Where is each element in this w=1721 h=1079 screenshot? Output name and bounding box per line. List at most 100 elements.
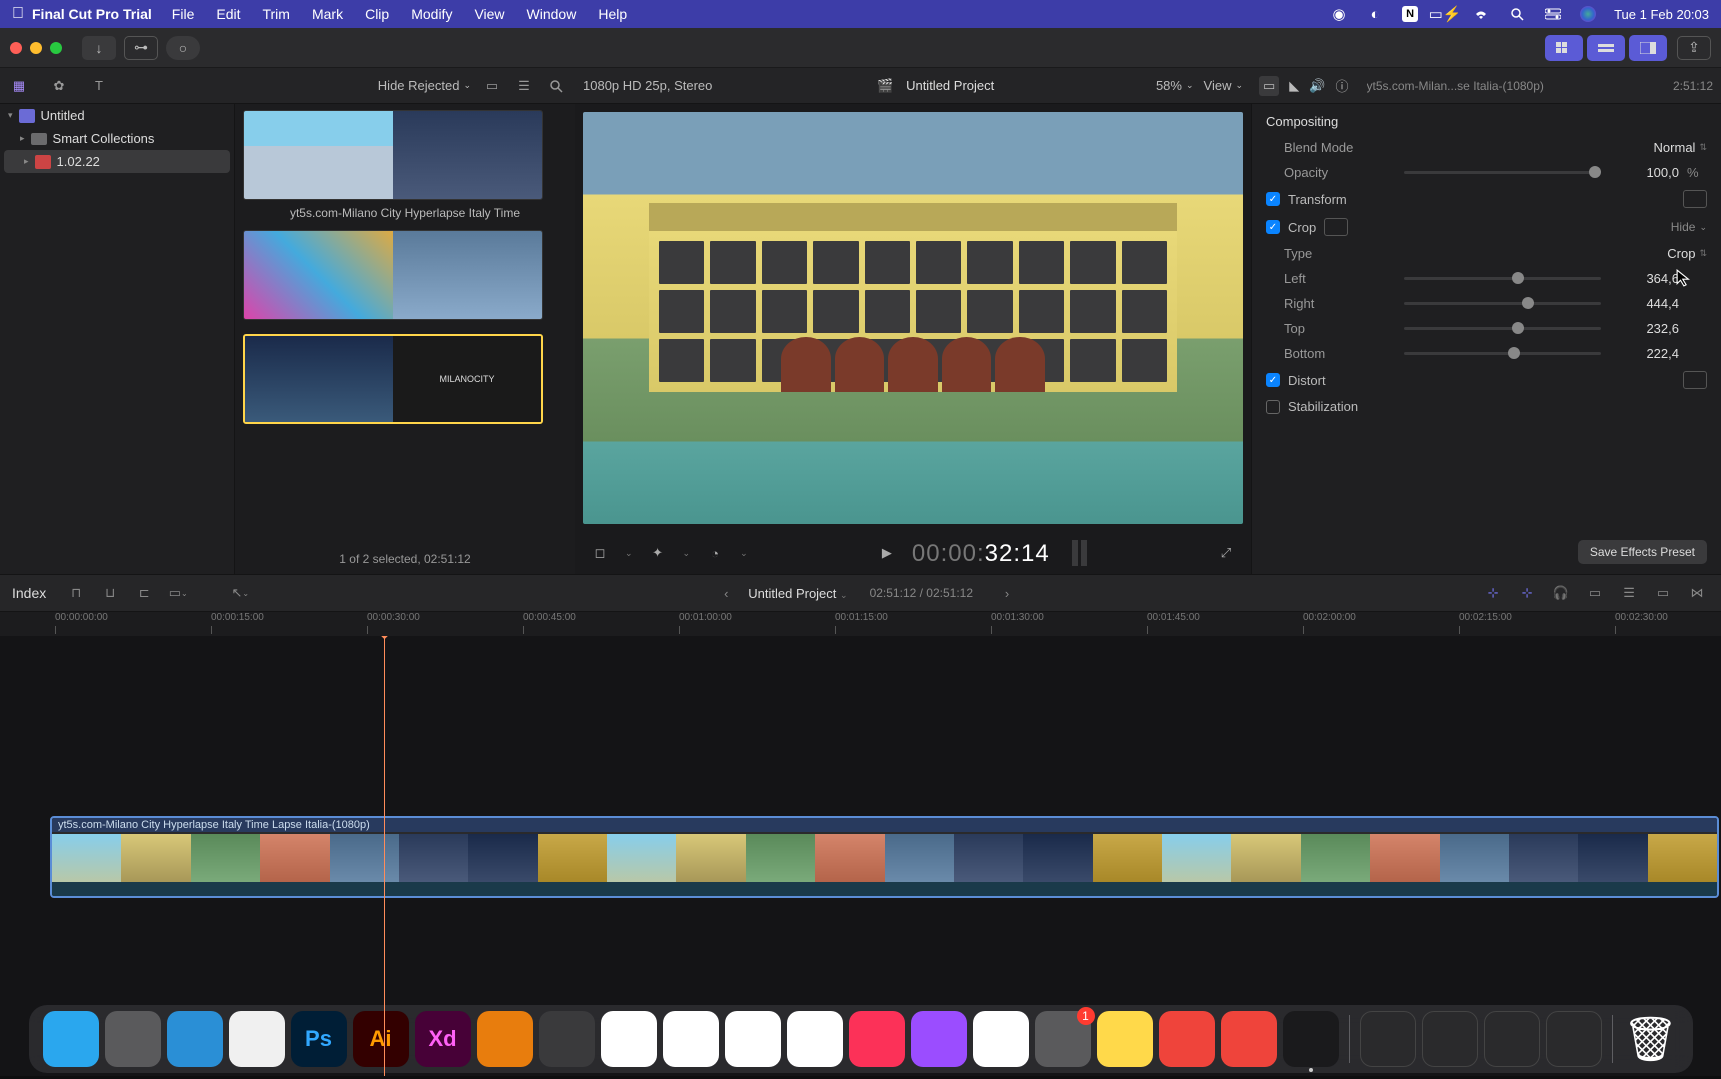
photos-sidebar-icon[interactable]: ✿ [48, 75, 70, 97]
list-view-icon[interactable]: ☰ [513, 75, 535, 97]
timeline-ruler[interactable]: 00:00:00:0000:00:15:0000:00:30:0000:00:4… [0, 612, 1721, 636]
fullscreen-button[interactable]: ⤢ [1213, 540, 1239, 566]
screenrec-icon[interactable]: ◉ [1330, 5, 1348, 23]
dock-podcasts[interactable] [911, 1011, 967, 1067]
share-button[interactable]: ⇪ [1677, 36, 1711, 60]
play-button[interactable]: ▶ [874, 540, 900, 566]
clip-appearance-icon[interactable]: ▭ [481, 75, 503, 97]
zoom-window[interactable] [50, 42, 62, 54]
crop-top-value[interactable]: 232,6 [1619, 321, 1679, 336]
library-sidebar-icon[interactable]: ▦ [8, 75, 30, 97]
menu-window[interactable]: Window [517, 4, 587, 24]
color-inspector-tab[interactable]: ◣ [1289, 78, 1299, 94]
keyword-button[interactable]: ⊶ [124, 36, 158, 60]
select-tool-icon[interactable]: ↖⌄ [228, 583, 252, 603]
clip-thumbnail-1[interactable] [243, 110, 543, 200]
transform-onscreen-button[interactable] [1683, 190, 1707, 208]
timeline-history-back[interactable]: ‹ [714, 583, 738, 603]
dock-messenger[interactable] [601, 1011, 657, 1067]
skimming-icon[interactable]: ⊹ [1481, 583, 1505, 603]
distort-onscreen-button[interactable] [1683, 371, 1707, 389]
lanes-icon[interactable]: ☰ [1617, 583, 1641, 603]
dock-trash[interactable]: 🗑 [1623, 1011, 1679, 1067]
crop-right-slider[interactable] [1404, 302, 1601, 305]
video-inspector-tab[interactable]: ▭ [1259, 76, 1279, 96]
dock-notes[interactable] [1097, 1011, 1153, 1067]
dock-minimized-window[interactable] [1546, 1011, 1602, 1067]
dock-finder[interactable] [43, 1011, 99, 1067]
save-effects-preset-button[interactable]: Save Effects Preset [1578, 540, 1707, 564]
menu-clip[interactable]: Clip [355, 4, 399, 24]
menu-file[interactable]: File [162, 4, 205, 24]
dock-krita[interactable] [539, 1011, 595, 1067]
app-name[interactable]: Final Cut Pro Trial [32, 6, 152, 22]
distort-checkbox[interactable]: ✓ [1266, 373, 1280, 387]
crop-type-dropdown[interactable]: Crop⇅ [1667, 246, 1707, 261]
dock-safari[interactable] [167, 1011, 223, 1067]
dock-launchpad[interactable] [105, 1011, 161, 1067]
layout-browser-button[interactable] [1545, 35, 1583, 61]
clip-thumbnail-3[interactable]: MILANOCITY [243, 334, 543, 424]
dock-music[interactable] [849, 1011, 905, 1067]
menu-trim[interactable]: Trim [252, 4, 299, 24]
dock-minimized-window[interactable] [1360, 1011, 1416, 1067]
minimize-window[interactable] [30, 42, 42, 54]
crop-left-value[interactable]: 364,6 [1619, 271, 1679, 286]
library-row[interactable]: ▾Untitled [0, 104, 234, 127]
clip-appearance-tl-icon[interactable]: ▭ [1651, 583, 1675, 603]
dock-xd[interactable]: Xd [415, 1011, 471, 1067]
transform-checkbox[interactable]: ✓ [1266, 192, 1280, 206]
crop-checkbox[interactable]: ✓ [1266, 220, 1280, 234]
crop-top-slider[interactable] [1404, 327, 1601, 330]
menubar-clock[interactable]: Tue 1 Feb 20:03 [1614, 7, 1709, 22]
crop-bottom-slider[interactable] [1404, 352, 1601, 355]
solo-icon[interactable]: 🎧 [1549, 583, 1573, 603]
smart-collections-row[interactable]: ▸Smart Collections [0, 127, 234, 150]
blend-mode-dropdown[interactable]: Normal⇅ [1654, 140, 1707, 155]
insert-clip-icon[interactable]: ⊔ [98, 583, 122, 603]
menu-view[interactable]: View [464, 4, 514, 24]
crop-bottom-value[interactable]: 222,4 [1619, 346, 1679, 361]
dock-anydesk1[interactable] [1159, 1011, 1215, 1067]
overwrite-clip-icon[interactable]: ▭⌄ [166, 583, 190, 603]
view-dropdown[interactable]: View⌄ [1204, 78, 1244, 93]
timeline-history-fwd[interactable]: › [995, 583, 1019, 603]
event-row[interactable]: ▸1.02.22 [4, 150, 230, 173]
titles-sidebar-icon[interactable]: T [88, 75, 110, 97]
connect-clip-icon[interactable]: ⊓ [64, 583, 88, 603]
search-icon[interactable] [1508, 5, 1526, 23]
close-window[interactable] [10, 42, 22, 54]
dock-illustrator[interactable]: Ai [353, 1011, 409, 1067]
zoom-dropdown[interactable]: 58%⌄ [1156, 78, 1194, 93]
battery-icon[interactable]: ▭⚡ [1436, 5, 1454, 23]
audio-skimming-icon[interactable]: ⊹ [1515, 583, 1539, 603]
dock-finalcut[interactable] [1283, 1011, 1339, 1067]
dock-anydesk2[interactable] [1221, 1011, 1277, 1067]
menu-modify[interactable]: Modify [401, 4, 462, 24]
dock-photos[interactable] [787, 1011, 843, 1067]
filter-dropdown[interactable]: Hide Rejected⌄ [378, 78, 471, 93]
control-center-icon[interactable] [1544, 5, 1562, 23]
timeline-index-button[interactable]: Index [12, 585, 46, 601]
import-button[interactable]: ↓ [82, 36, 116, 60]
dock-blender[interactable] [477, 1011, 533, 1067]
clip-thumbnail-2[interactable] [243, 230, 543, 320]
crop-left-slider[interactable] [1404, 277, 1601, 280]
apple-menu[interactable]:  [12, 5, 24, 23]
crop-hide-button[interactable]: Hide⌄ [1671, 220, 1707, 234]
dock-maps[interactable] [725, 1011, 781, 1067]
playhead[interactable] [384, 636, 385, 1076]
effects-browser-icon[interactable]: ⋈ [1685, 583, 1709, 603]
timeline-clip[interactable]: yt5s.com-Milano City Hyperlapse Italy Ti… [50, 816, 1719, 898]
audio-inspector-tab[interactable]: 🔊 [1309, 78, 1325, 94]
dock-photoshop[interactable]: Ps [291, 1011, 347, 1067]
stabilization-checkbox[interactable] [1266, 400, 1280, 414]
dock-minimized-window[interactable] [1422, 1011, 1478, 1067]
browser-search-icon[interactable] [545, 75, 567, 97]
transform-tool[interactable]: ◻ [587, 540, 613, 566]
opacity-slider[interactable] [1404, 171, 1601, 174]
notion-icon[interactable]: N [1402, 6, 1418, 22]
dock-minimized-window[interactable] [1484, 1011, 1540, 1067]
retime-tool[interactable]: ◔ [702, 540, 728, 566]
snapping-icon[interactable]: ▭ [1583, 583, 1607, 603]
